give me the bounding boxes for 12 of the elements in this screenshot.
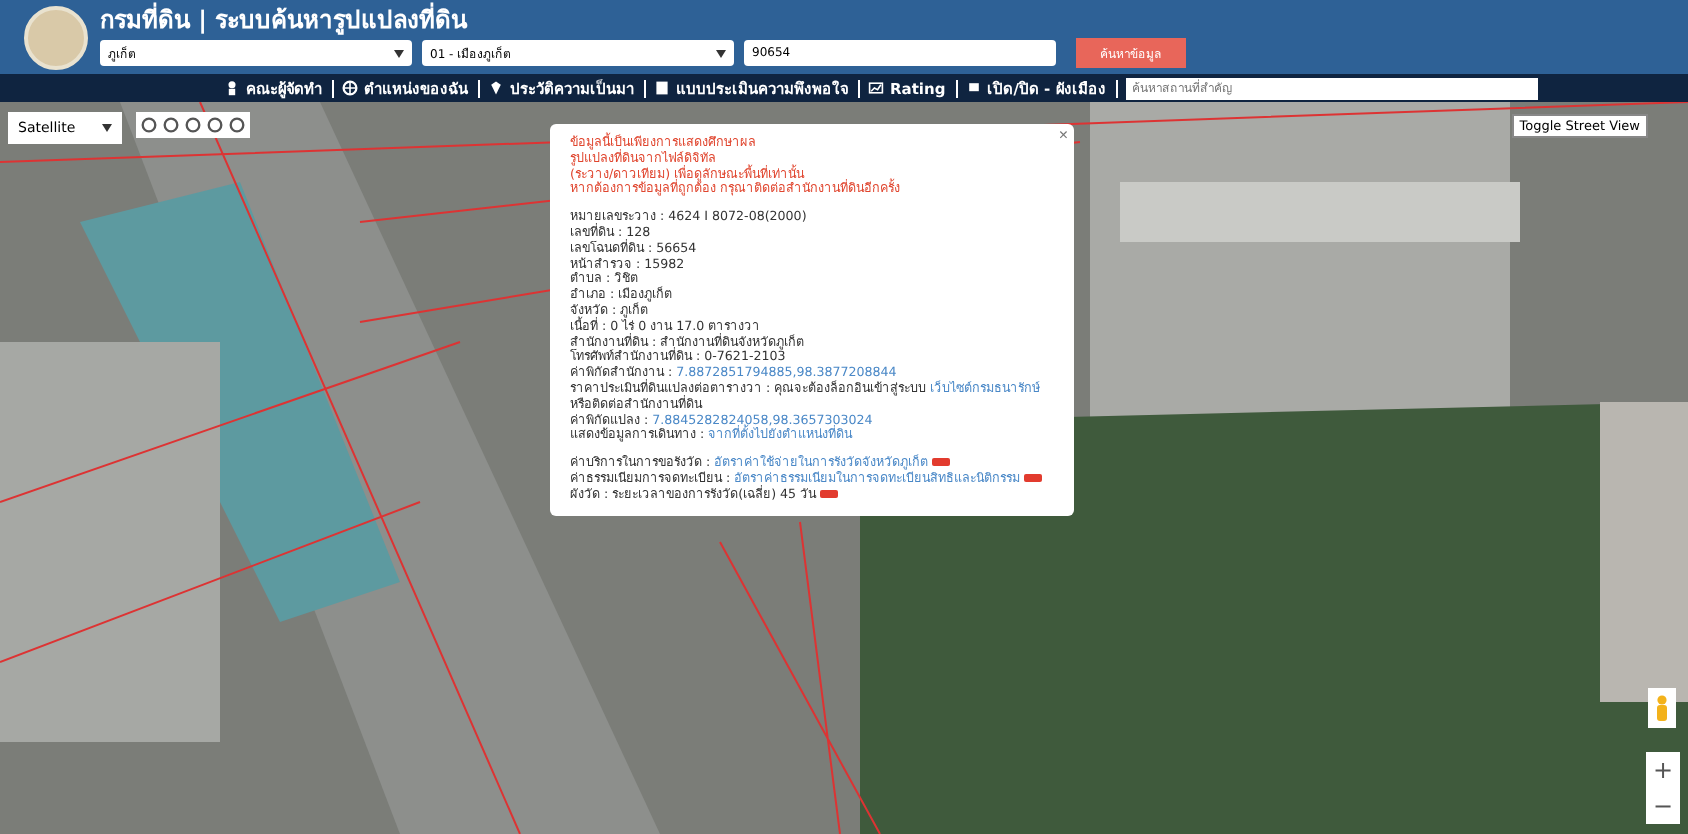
logo-icon <box>24 5 88 69</box>
pin-icon <box>488 80 504 96</box>
caret-icon <box>394 49 404 57</box>
chart-icon <box>868 80 884 96</box>
flag-icon <box>965 80 982 96</box>
form-icon <box>654 80 670 96</box>
caret-icon <box>716 49 726 57</box>
caret-icon <box>102 124 112 132</box>
site-title: กรมที่ดิน | ระบบค้นหารูปแปลงที่ดิน <box>100 6 470 34</box>
globe-icon <box>342 80 358 96</box>
person-icon <box>224 80 240 96</box>
close-button[interactable]: × <box>1058 126 1068 144</box>
